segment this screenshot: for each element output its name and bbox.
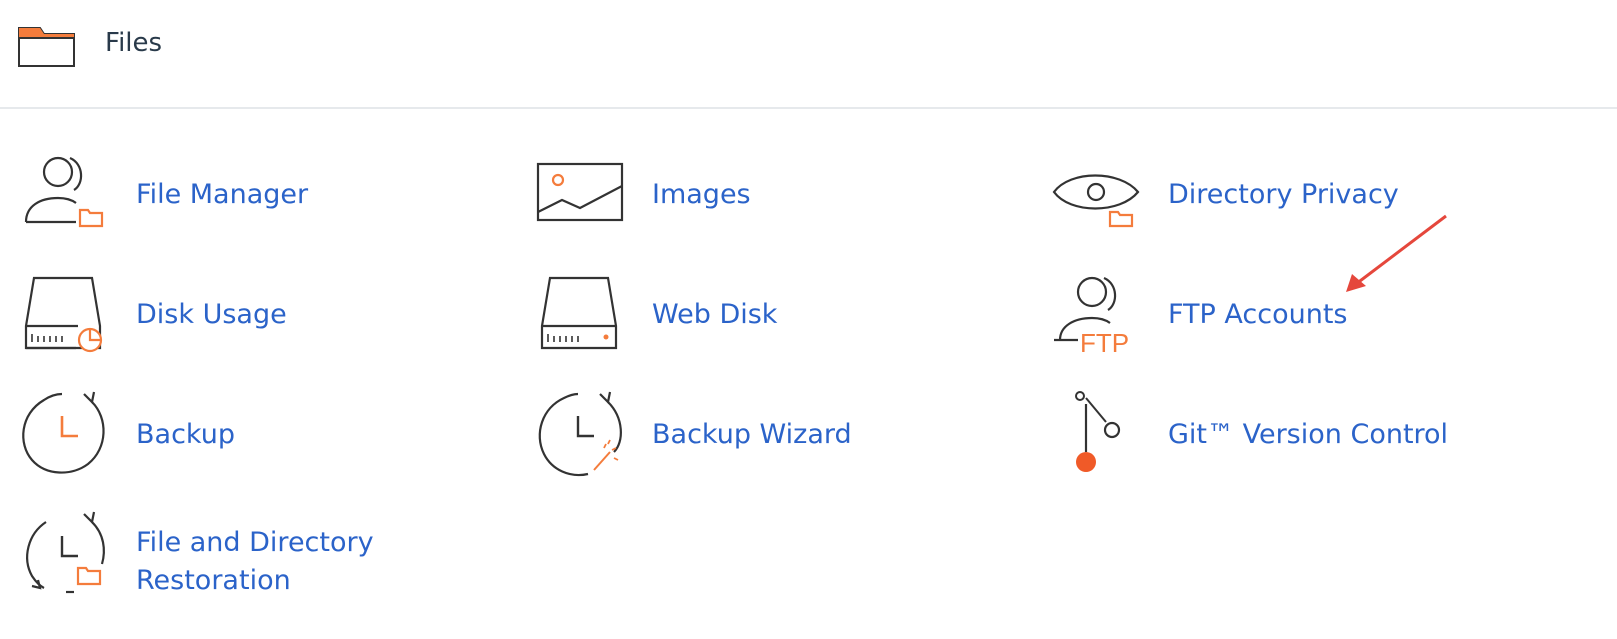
images-icon [536,162,624,222]
file-directory-restoration-link[interactable]: File and Directory Restoration [18,510,438,600]
section-title: Files [105,28,163,58]
backup-link[interactable]: Backup [18,390,438,480]
backup-label: Backup [136,419,235,450]
disk-usage-link[interactable]: Disk Usage [18,270,438,360]
disk-usage-icon [24,276,103,353]
file-directory-restoration-label: File and Directory Restoration [136,527,374,596]
git-version-control-icon [1075,391,1121,472]
file-manager-label: File Manager [136,179,309,210]
git-version-control-label: Git™ Version Control [1168,419,1449,450]
ftp-icon-text: FTP [1080,328,1129,358]
file-directory-restoration-icon [26,511,105,594]
web-disk-label: Web Disk [652,299,778,330]
web-disk-icon [540,276,618,350]
backup-wizard-label: Backup Wizard [652,419,852,450]
directory-privacy-label: Directory Privacy [1168,179,1399,210]
backup-icon [22,391,105,474]
images-label: Images [652,179,751,210]
directory-privacy-icon [1052,174,1140,228]
annotation-arrow-icon [1346,214,1447,292]
ftp-accounts-label: FTP Accounts [1168,299,1348,330]
section-header: Files [0,0,1617,109]
folder-icon [18,27,75,67]
backup-wizard-icon [538,391,622,477]
images-link[interactable]: Images [534,150,954,240]
web-disk-link[interactable]: Web Disk [534,270,954,360]
file-manager-link[interactable]: File Manager [18,150,438,240]
disk-usage-label: Disk Usage [136,299,287,330]
backup-wizard-link[interactable]: Backup Wizard [534,390,954,480]
git-version-control-link[interactable]: Git™ Version Control [1050,390,1490,480]
file-manager-icon [24,156,104,228]
ftp-accounts-icon: FTP [1054,276,1129,358]
files-panel: Files File Manager Images Directory Priv… [0,0,1617,639]
